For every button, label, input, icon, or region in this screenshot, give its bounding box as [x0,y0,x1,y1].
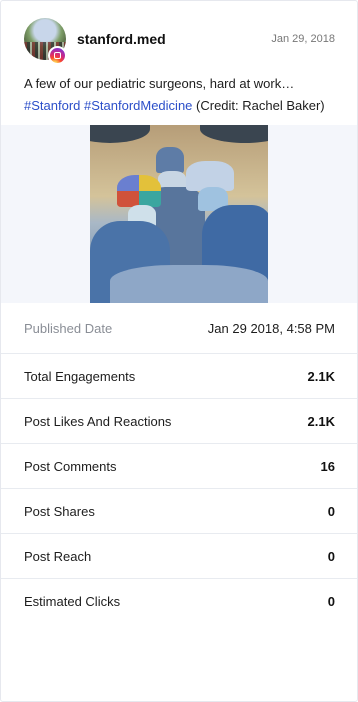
surgical-drape [110,265,268,303]
post-header: stanford.med Jan 29, 2018 A few of our p… [1,1,357,125]
stat-label: Post Comments [24,458,117,474]
surgeon-cap [117,175,161,207]
stat-value: 16 [320,458,335,474]
username[interactable]: stanford.med [77,31,166,47]
stat-row-post-likes: Post Likes And Reactions 2.1K [1,399,357,444]
post-media [1,125,357,303]
stat-row-estimated-clicks: Estimated Clicks 0 [1,579,357,623]
stat-label: Post Reach [24,548,92,564]
stat-value: 2.1K [307,368,335,384]
post-image[interactable] [90,125,268,303]
post-card: stanford.med Jan 29, 2018 A few of our p… [0,0,358,702]
stat-label: Post Likes And Reactions [24,413,172,429]
surgeon-cap [156,147,184,173]
instagram-icon [48,46,67,65]
stat-row-post-comments: Post Comments 16 [1,444,357,489]
stat-value: Jan 29 2018, 4:58 PM [207,320,335,336]
hashtag-stanford[interactable]: #Stanford [24,98,80,113]
stat-value: 2.1K [307,413,335,429]
stat-row-total-engagements: Total Engagements 2.1K [1,354,357,399]
surgical-lamp [200,125,268,143]
stat-value: 0 [327,503,335,519]
hashtag-stanfordmedicine[interactable]: #StanfordMedicine [84,98,192,113]
caption-text: A few of our pediatric surgeons, hard at… [24,76,295,91]
stat-value: 0 [327,548,335,564]
stat-row-post-shares: Post Shares 0 [1,489,357,534]
stat-row-published-date: Published Date Jan 29 2018, 4:58 PM [1,303,357,354]
stat-label: Published Date [24,320,113,336]
post-caption: A few of our pediatric surgeons, hard at… [24,73,344,117]
post-stats: Published Date Jan 29 2018, 4:58 PM Tota… [1,303,357,623]
stat-row-post-reach: Post Reach 0 [1,534,357,579]
surgical-lamp [90,125,150,143]
stat-label: Estimated Clicks [24,593,121,609]
post-date: Jan 29, 2018 [271,33,335,45]
stat-label: Post Shares [24,503,95,519]
stat-value: 0 [327,593,335,609]
caption-credit: (Credit: Rachel Baker) [196,98,325,113]
stat-label: Total Engagements [24,368,136,384]
